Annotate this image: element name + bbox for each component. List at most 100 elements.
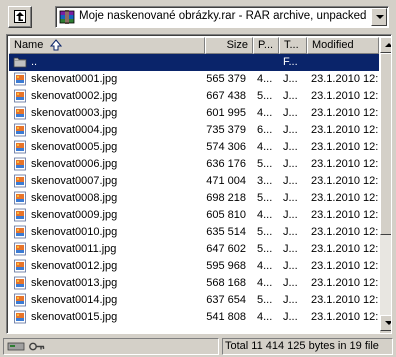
column-header-name-label: Name: [14, 39, 44, 51]
file-name: skenovat0004.jpg: [31, 124, 118, 136]
file-name: skenovat0011.jpg: [31, 243, 117, 255]
table-row[interactable]: skenovat0008.jpg 698 218 5... J... 23.1.2010…: [9, 190, 379, 207]
file-size: 541 808: [206, 311, 246, 323]
scroll-up-button[interactable]: [380, 37, 391, 53]
file-packed: 5...: [257, 243, 273, 255]
table-row[interactable]: skenovat0003.jpg 601 995 4... J... 23.1.2010…: [9, 105, 379, 122]
up-folder-icon: [14, 10, 26, 23]
file-modified: 23.1.2010 12:: [311, 107, 379, 119]
file-name: skenovat0002.jpg: [31, 90, 118, 102]
file-list[interactable]: Name Size P... T... Modified .. F... ske…: [6, 34, 392, 334]
file-packed: 5...: [257, 90, 273, 102]
file-modified: 23.1.2010 12:: [311, 226, 379, 238]
file-modified: 23.1.2010 12:: [311, 158, 379, 170]
status-bar: Total 11 414 125 bytes in 19 file: [0, 336, 396, 357]
file-packed: 5...: [257, 158, 273, 170]
table-row[interactable]: skenovat0002.jpg 667 438 5... J... 23.1.2010…: [9, 88, 379, 105]
file-type: J...: [283, 277, 298, 289]
table-row[interactable]: skenovat0001.jpg 565 379 4... J... 23.1.2010…: [9, 71, 379, 88]
status-total-text: Total 11 414 125 bytes in 19 file: [222, 338, 393, 355]
file-size: 635 514: [206, 226, 246, 238]
scroll-down-button[interactable]: [380, 315, 391, 331]
table-row[interactable]: skenovat0013.jpg 568 168 4... J... 23.1.2010…: [9, 275, 379, 292]
key-icon[interactable]: [28, 341, 46, 352]
file-name: skenovat0006.jpg: [31, 158, 118, 170]
file-size: 605 810: [206, 209, 246, 221]
column-header-modified[interactable]: Modified: [307, 37, 379, 54]
table-row[interactable]: skenovat0007.jpg 471 004 3... J... 23.1.2010…: [9, 173, 379, 190]
parent-folder-type: F...: [283, 56, 298, 68]
file-rows: .. F... skenovat0001.jpg 565 379 4... J... 2…: [9, 54, 379, 330]
file-modified: 23.1.2010 12:: [311, 311, 379, 323]
file-name: skenovat0005.jpg: [31, 141, 118, 153]
table-row[interactable]: skenovat0009.jpg 605 810 4... J... 23.1.2010…: [9, 207, 379, 224]
file-size: 565 379: [206, 73, 246, 85]
file-type: J...: [283, 175, 298, 187]
file-modified: 23.1.2010 12:: [311, 124, 379, 136]
column-header-packed[interactable]: P...: [253, 37, 279, 54]
file-modified: 23.1.2010 12:: [311, 90, 379, 102]
file-size: 568 168: [206, 277, 246, 289]
table-row[interactable]: skenovat0012.jpg 595 968 4... J... 23.1.2010…: [9, 258, 379, 275]
file-size: 574 306: [206, 141, 246, 153]
archive-path-combo[interactable]: Moje naskenované obrázky.rar - RAR archi…: [55, 6, 389, 28]
file-type: J...: [283, 226, 298, 238]
drive-icon[interactable]: [7, 341, 25, 352]
status-icons-panel: [3, 338, 219, 355]
chevron-down-icon: [376, 15, 384, 19]
file-size: 637 654: [206, 294, 246, 306]
toolbar: Moje naskenované obrázky.rar - RAR archi…: [0, 0, 396, 34]
file-packed: 3...: [257, 175, 273, 187]
file-name: skenovat0015.jpg: [31, 311, 118, 323]
up-folder-button[interactable]: [8, 6, 32, 28]
list-header: Name Size P... T... Modified: [9, 37, 379, 54]
column-header-size[interactable]: Size: [205, 37, 253, 54]
file-modified: 23.1.2010 12:: [311, 141, 379, 153]
column-header-type[interactable]: T...: [279, 37, 307, 54]
table-row[interactable]: skenovat0010.jpg 635 514 5... J... 23.1.2010…: [9, 224, 379, 241]
rar-archive-icon: [59, 10, 75, 24]
file-size: 601 995: [206, 107, 246, 119]
file-type: J...: [283, 260, 298, 272]
file-size: 595 968: [206, 260, 246, 272]
file-name: skenovat0010.jpg: [31, 226, 118, 238]
file-name: skenovat0007.jpg: [31, 175, 118, 187]
sort-ascending-icon: [50, 39, 62, 51]
vertical-scrollbar[interactable]: [380, 37, 391, 331]
file-type: J...: [283, 243, 298, 255]
file-type: J...: [283, 311, 298, 323]
scroll-corner: [380, 331, 391, 333]
file-modified: 23.1.2010 12:: [311, 277, 379, 289]
file-name: skenovat0012.jpg: [31, 260, 118, 272]
file-modified: 23.1.2010 12:: [311, 294, 379, 306]
file-type: J...: [283, 90, 298, 102]
file-name: skenovat0013.jpg: [31, 277, 118, 289]
table-row[interactable]: skenovat0006.jpg 636 176 5... J... 23.1.2010…: [9, 156, 379, 173]
parent-folder-name: ..: [31, 56, 38, 68]
file-packed: 4...: [257, 73, 273, 85]
file-modified: 23.1.2010 12:: [311, 192, 379, 204]
scroll-up-arrow-icon: [385, 43, 391, 47]
table-row[interactable]: skenovat0005.jpg 574 306 4... J... 23.1.2010…: [9, 139, 379, 156]
table-row[interactable]: skenovat0015.jpg 541 808 4... J... 23.1.2010…: [9, 309, 379, 326]
parent-folder-row[interactable]: .. F...: [9, 54, 379, 71]
file-type: J...: [283, 73, 298, 85]
file-type: J...: [283, 141, 298, 153]
file-type: J...: [283, 158, 298, 170]
file-packed: 4...: [257, 260, 273, 272]
file-size: 647 602: [206, 243, 246, 255]
table-row[interactable]: skenovat0004.jpg 735 379 6... J... 23.1.2010…: [9, 122, 379, 139]
scroll-thumb[interactable]: [380, 53, 391, 235]
path-dropdown-button[interactable]: [371, 8, 387, 26]
file-packed: 4...: [257, 277, 273, 289]
table-row[interactable]: skenovat0014.jpg 637 654 5... J... 23.1.2010…: [9, 292, 379, 309]
file-packed: 5...: [257, 294, 273, 306]
file-packed: 4...: [257, 209, 273, 221]
file-size: 471 004: [206, 175, 246, 187]
column-header-name[interactable]: Name: [9, 37, 205, 54]
file-packed: 5...: [257, 192, 273, 204]
file-packed: 4...: [257, 311, 273, 323]
scroll-down-arrow-icon: [385, 321, 391, 325]
table-row[interactable]: skenovat0011.jpg 647 602 5... J... 23.1.2010…: [9, 241, 379, 258]
file-name: skenovat0014.jpg: [31, 294, 118, 306]
